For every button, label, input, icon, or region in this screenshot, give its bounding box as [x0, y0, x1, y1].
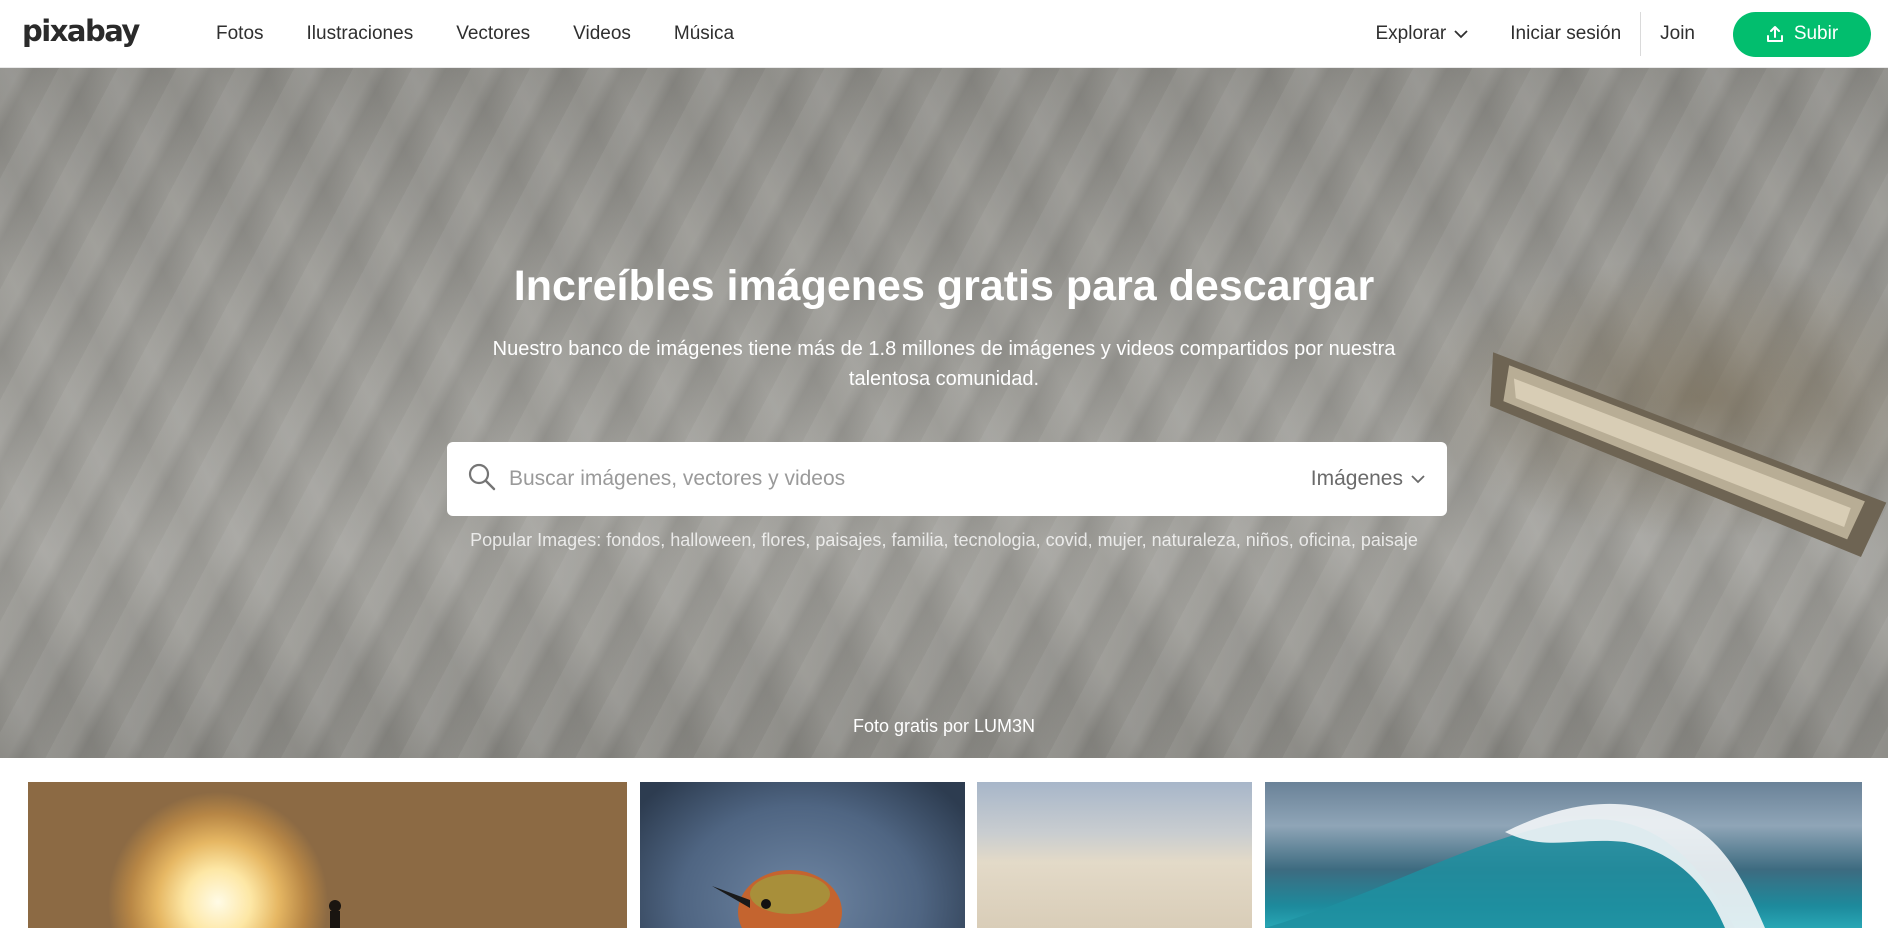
credit-prefix: Foto gratis por [852, 716, 970, 736]
hero-title: Increíbles imágenes gratis para descarga… [513, 262, 1375, 310]
popular-tag[interactable]: paisajes [815, 530, 881, 550]
account-nav: Explorar Iniciar sesión Join Subir [1376, 0, 1871, 68]
gallery-image-wave[interactable] [1265, 782, 1862, 928]
popular-tag[interactable]: flores [761, 530, 805, 550]
popular-tag[interactable]: fondos [606, 530, 660, 550]
hero-banner: Increíbles imágenes gratis para descarga… [0, 68, 1888, 758]
popular-tag[interactable]: halloween [670, 530, 751, 550]
photo-credit: Foto gratis por LUM3N [0, 716, 1888, 737]
image-gallery [0, 758, 1888, 928]
popular-tag[interactable]: naturaleza [1152, 530, 1236, 550]
chevron-down-icon [1454, 29, 1468, 38]
popular-tag[interactable]: familia [891, 530, 943, 550]
pixabay-logo[interactable]: pixabay [22, 14, 140, 48]
popular-tag[interactable]: niños [1246, 530, 1289, 550]
gallery-image-bird[interactable] [640, 782, 965, 928]
credit-author-link[interactable]: LUM3N [974, 716, 1035, 736]
top-navbar: pixabay Fotos Ilustraciones Vectores Vid… [0, 0, 1888, 68]
popular-tag[interactable]: tecnologia [953, 530, 1035, 550]
media-type-label: Imágenes [1310, 467, 1403, 490]
nav-item-ilustraciones[interactable]: Ilustraciones [307, 23, 414, 45]
hero-book-image [1490, 352, 1887, 557]
wave-shape [1265, 803, 1765, 928]
gallery-image-sunset[interactable] [28, 782, 627, 928]
popular-tag[interactable]: oficina [1299, 530, 1351, 550]
popular-tag[interactable]: paisaje [1361, 530, 1418, 550]
search-bar: Imágenes [447, 442, 1447, 516]
explore-label: Explorar [1375, 23, 1447, 44]
nav-item-fotos[interactable]: Fotos [216, 23, 264, 45]
popular-tag[interactable]: covid [1046, 530, 1088, 550]
main-nav: Fotos Ilustraciones Vectores Videos Músi… [216, 0, 777, 68]
upload-button[interactable]: Subir [1733, 11, 1871, 57]
hero-subtitle: Nuestro banco de imágenes tiene más de 1… [492, 338, 1396, 390]
join-link[interactable]: Join [1660, 23, 1695, 45]
bird-shape [712, 870, 842, 928]
upload-label: Subir [1793, 23, 1839, 44]
nav-item-videos[interactable]: Videos [573, 23, 631, 45]
popular-tag[interactable]: mujer [1098, 530, 1142, 550]
popular-searches: Popular Images: fondos, halloween, flore… [470, 530, 1418, 550]
search-input[interactable] [509, 442, 1289, 516]
explore-menu-button[interactable]: Explorar [1376, 23, 1469, 45]
silhouette-figure [329, 900, 341, 928]
login-link[interactable]: Iniciar sesión [1510, 12, 1642, 56]
upload-icon [1766, 26, 1783, 42]
gallery-image-beach[interactable] [977, 782, 1252, 928]
nav-item-vectores[interactable]: Vectores [456, 23, 530, 45]
nav-item-musica[interactable]: Música [674, 23, 734, 45]
popular-prefix: Popular Images: [470, 530, 602, 550]
chevron-down-icon [1411, 474, 1425, 483]
media-type-select[interactable]: Imágenes [1311, 442, 1425, 516]
search-icon[interactable] [467, 462, 497, 492]
